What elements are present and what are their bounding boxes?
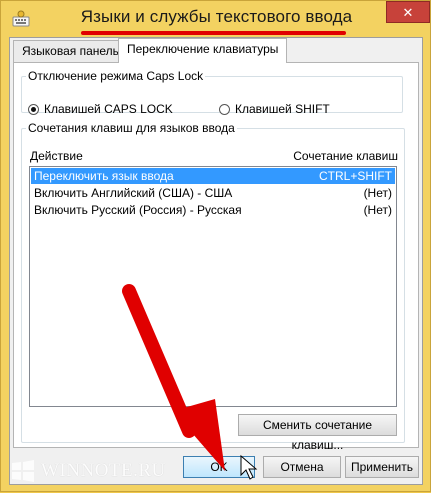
list-item-action: Включить Английский (США) - США bbox=[34, 186, 233, 200]
dialog-client-area: Языковая панель Переключение клавиатуры … bbox=[9, 37, 423, 485]
title-annotation-underline bbox=[81, 31, 346, 35]
title-bar[interactable]: Языки и службы текстового ввода ✕ bbox=[1, 1, 431, 37]
hotkeys-group: Сочетания клавиш для языков ввода Действ… bbox=[21, 121, 405, 452]
watermark-text: WINNOTE.RU bbox=[41, 460, 166, 481]
tab-panel: Отключение режима Caps Lock Клавишей CAP… bbox=[13, 62, 419, 452]
list-item-keys: (Нет) bbox=[363, 203, 392, 217]
column-header-keys[interactable]: Сочетание клавиш bbox=[293, 149, 398, 163]
list-item[interactable]: Включить Английский (США) - США (Нет) bbox=[31, 185, 395, 201]
hotkeys-group-label: Сочетания клавиш для языков ввода bbox=[28, 121, 235, 135]
radio-caps-lock-label: Клавишей CAPS LOCK bbox=[44, 102, 173, 116]
ok-button[interactable]: OK bbox=[183, 456, 255, 478]
list-item-action: Переключить язык ввода bbox=[34, 169, 174, 183]
list-item[interactable]: Включить Русский (Россия) - Русская (Нет… bbox=[31, 202, 395, 218]
radio-shift-key[interactable]: Клавишей SHIFT bbox=[219, 101, 330, 117]
window-title: Языки и службы текстового ввода bbox=[80, 7, 353, 26]
column-header-action[interactable]: Действие bbox=[30, 149, 83, 163]
radio-caps-lock-key[interactable]: Клавишей CAPS LOCK bbox=[28, 101, 173, 117]
cancel-button[interactable]: Отмена bbox=[263, 456, 341, 478]
radio-checked-icon[interactable] bbox=[28, 103, 39, 115]
dialog-window: Языки и службы текстового ввода ✕ Языков… bbox=[0, 0, 431, 492]
list-item-action: Включить Русский (Россия) - Русская bbox=[34, 203, 242, 217]
windows-logo-icon bbox=[12, 460, 34, 482]
list-item-keys: CTRL+SHIFT bbox=[318, 169, 392, 183]
tab-keyboard-switching[interactable]: Переключение клавиатуры bbox=[118, 38, 288, 63]
change-hotkey-button[interactable]: Сменить сочетание клавиш... bbox=[238, 414, 397, 452]
caps-lock-group: Отключение режима Caps Lock Клавишей CAP… bbox=[21, 69, 403, 116]
radio-unchecked-icon[interactable] bbox=[219, 103, 230, 115]
list-item[interactable]: Переключить язык ввода CTRL+SHIFT bbox=[31, 168, 395, 184]
watermark: WINNOTE.RU bbox=[11, 456, 166, 486]
caps-lock-group-label: Отключение режима Caps Lock bbox=[28, 69, 204, 83]
hotkeys-list[interactable]: Переключить язык ввода CTRL+SHIFT Включи… bbox=[29, 166, 397, 407]
tab-language-bar[interactable]: Языковая панель bbox=[13, 40, 128, 62]
list-item-keys: (Нет) bbox=[363, 186, 392, 200]
radio-shift-label: Клавишей SHIFT bbox=[235, 102, 330, 116]
close-button[interactable]: ✕ bbox=[386, 1, 430, 23]
list-header: Действие Сочетание клавиш bbox=[30, 149, 398, 165]
apply-button[interactable]: Применить bbox=[345, 456, 419, 478]
